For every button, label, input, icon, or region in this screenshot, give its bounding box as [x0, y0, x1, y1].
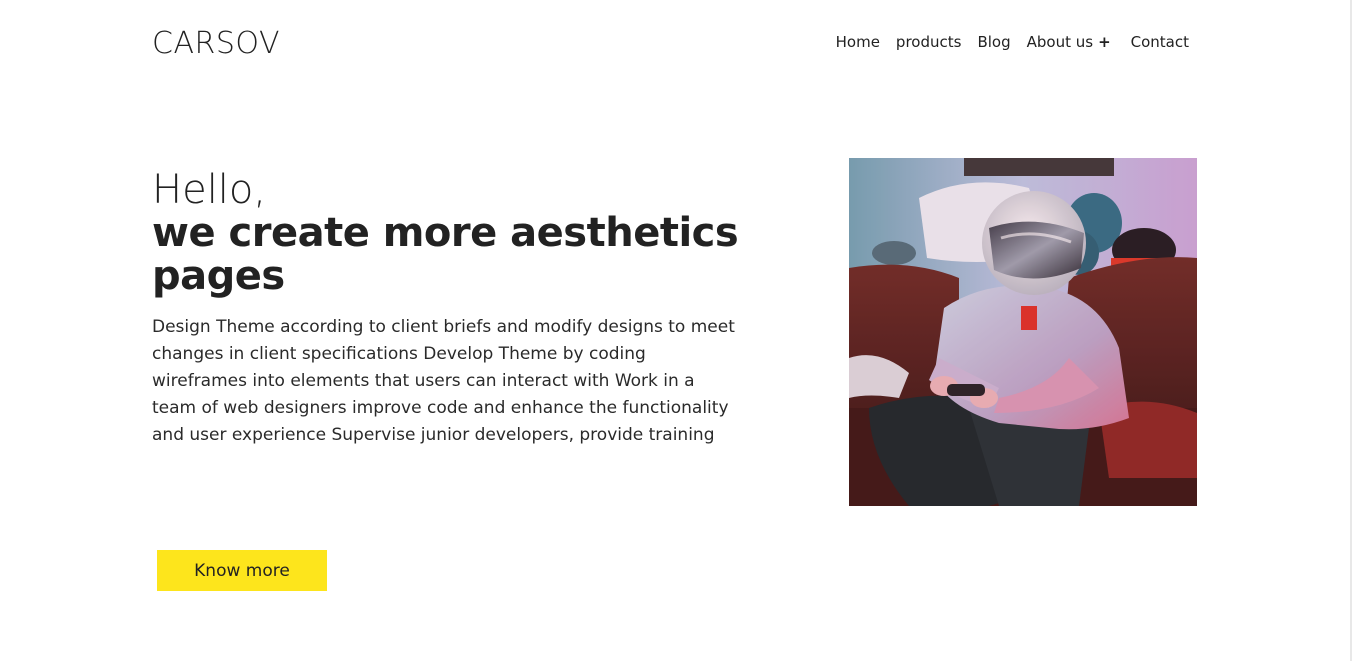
- nav-item-contact[interactable]: Contact: [1131, 31, 1189, 53]
- hero-image: [849, 158, 1197, 506]
- nav-item-blog[interactable]: Blog: [977, 31, 1010, 53]
- hero-greeting: Hello,: [152, 167, 267, 213]
- hero-section: Hello, we create more aesthetics pages D…: [152, 168, 752, 466]
- astronaut-gamer-image: [849, 158, 1197, 506]
- nav-item-products[interactable]: products: [896, 31, 962, 53]
- hero-description: Design Theme according to client briefs …: [152, 317, 735, 445]
- nav-item-about-us-label: About us: [1026, 33, 1094, 51]
- plus-icon[interactable]: +: [1098, 31, 1111, 53]
- nav-item-about-us[interactable]: About us +: [1027, 31, 1111, 53]
- know-more-button[interactable]: Know more: [157, 550, 327, 591]
- nav-item-home[interactable]: Home: [836, 31, 880, 53]
- main-nav: Home products Blog About us + Contact: [836, 31, 1189, 53]
- hero-headline: we create more aesthetics pages: [152, 210, 739, 299]
- site-logo[interactable]: CARSOV: [152, 24, 280, 64]
- page: CARSOV Home products Blog About us + Con…: [0, 0, 1352, 661]
